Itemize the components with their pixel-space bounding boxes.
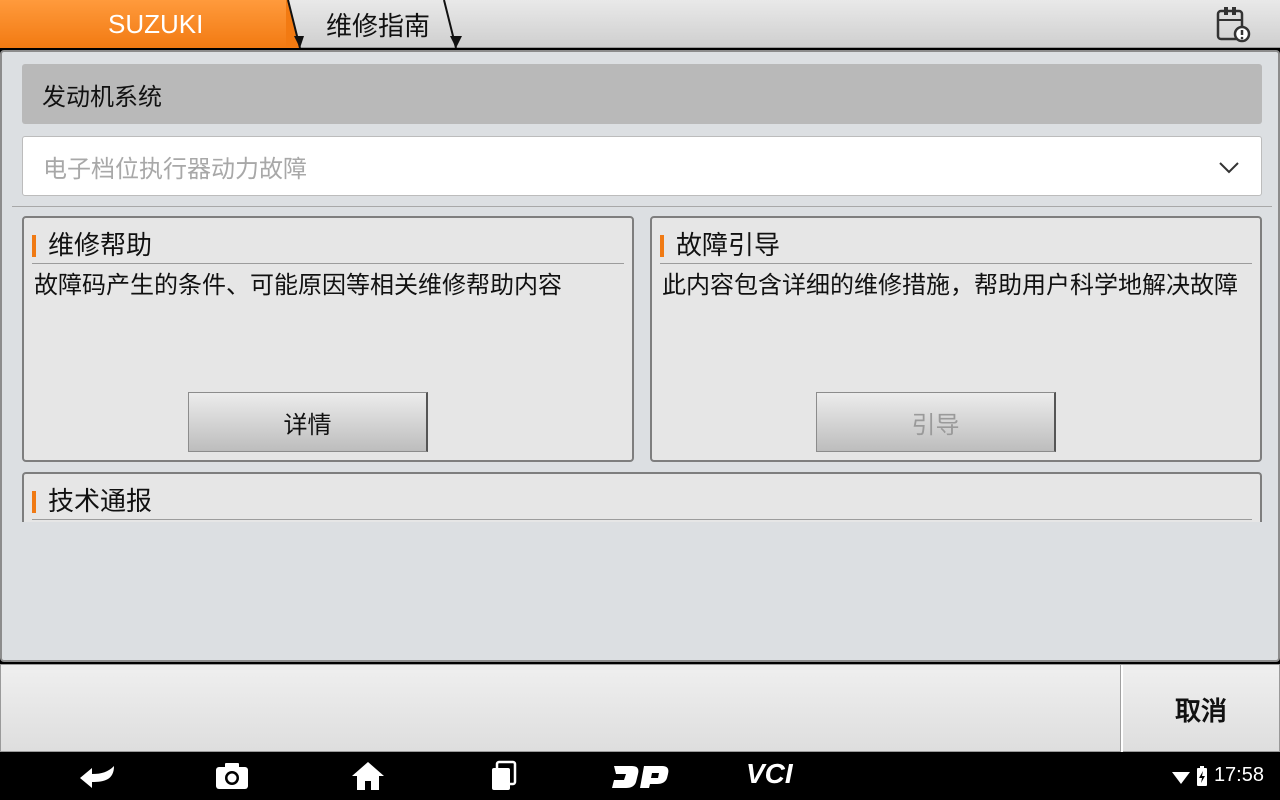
recent-apps-icon[interactable] bbox=[488, 760, 520, 792]
cancel-button[interactable]: 取消 bbox=[1121, 665, 1279, 753]
divider bbox=[12, 206, 1272, 207]
battery-icon bbox=[1196, 765, 1207, 786]
system-title: 发动机系统 bbox=[22, 64, 1262, 124]
breadcrumb-page[interactable]: 维修指南 bbox=[300, 0, 460, 48]
vci-icon[interactable]: VCI bbox=[746, 758, 810, 790]
dp-icon[interactable] bbox=[610, 760, 670, 792]
fault-guide-desc: 此内容包含详细的维修措施，帮助用户科学地解决故障 bbox=[662, 271, 1238, 299]
tech-bulletin-title: 技术通报 bbox=[32, 480, 1252, 520]
system-nav-bar: VCI 17:58 bbox=[0, 752, 1280, 800]
main-panel: 发动机系统 电子档位执行器动力故障 维修帮助 故障码产生的条件、可能原因等相关维… bbox=[0, 50, 1280, 662]
fault-guide-card: 故障引导 此内容包含详细的维修措施，帮助用户科学地解决故障 引导 bbox=[650, 216, 1262, 462]
guide-button[interactable]: 引导 bbox=[816, 392, 1056, 452]
status-area: 17:58 bbox=[1171, 764, 1264, 787]
bottom-action-bar: 取消 bbox=[0, 664, 1280, 753]
repair-help-desc: 故障码产生的条件、可能原因等相关维修帮助内容 bbox=[34, 271, 562, 299]
tech-bulletin-card: 技术通报 bbox=[22, 472, 1262, 522]
breadcrumb-brand[interactable]: SUZUKI bbox=[0, 0, 300, 48]
chevron-down-icon[interactable] bbox=[1217, 155, 1241, 179]
repair-help-title: 维修帮助 bbox=[32, 224, 624, 264]
details-button[interactable]: 详情 bbox=[188, 392, 428, 452]
fault-select-value: 电子档位执行器动力故障 bbox=[43, 154, 307, 183]
back-icon[interactable] bbox=[78, 760, 118, 792]
camera-icon[interactable] bbox=[214, 760, 250, 792]
report-clipboard-icon[interactable] bbox=[1212, 6, 1252, 44]
clock: 17:58 bbox=[1213, 764, 1264, 786]
breadcrumb-arrow-icon bbox=[443, 0, 462, 48]
home-icon[interactable] bbox=[350, 760, 386, 792]
fault-select[interactable]: 电子档位执行器动力故障 bbox=[22, 136, 1262, 196]
wifi-icon bbox=[1171, 771, 1190, 784]
fault-guide-title: 故障引导 bbox=[660, 224, 1252, 264]
repair-help-card: 维修帮助 故障码产生的条件、可能原因等相关维修帮助内容 详情 bbox=[22, 216, 634, 462]
header-bar: SUZUKI 维修指南 bbox=[0, 0, 1280, 48]
